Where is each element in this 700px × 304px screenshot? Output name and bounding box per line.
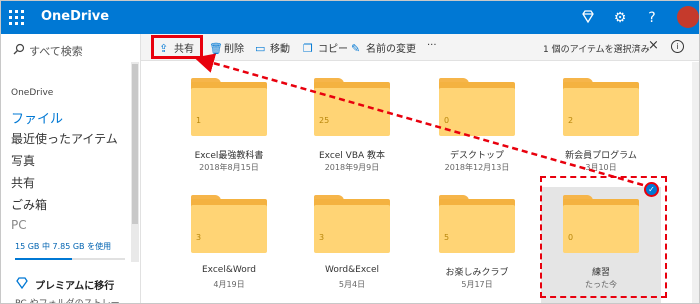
folder-icon: 2	[563, 78, 639, 136]
rename-button[interactable]: ✎ 名前の変更	[351, 40, 416, 55]
folder-name[interactable]: Excel&Word	[169, 265, 289, 275]
folder-item-count: 3	[319, 233, 325, 242]
folder-name[interactable]: お楽しみクラブ	[417, 265, 537, 278]
copy-button[interactable]: ❐ コピー	[303, 40, 348, 55]
folder-name[interactable]: Word&Excel	[292, 265, 412, 275]
onedrive-window: OneDrive ⚙ ? すべて検索 OneDrive ファイル 最近使ったアイ…	[0, 0, 700, 304]
folder-date: 4月19日	[213, 280, 245, 289]
folder-icon: 3	[314, 195, 390, 253]
delete-button[interactable]: 🗑削除	[209, 40, 244, 55]
nav-item-recent[interactable]: 最近使ったアイテム	[11, 130, 118, 147]
app-title[interactable]: OneDrive	[41, 9, 109, 24]
folder-name[interactable]: Excel VBA 教本	[292, 148, 412, 161]
folder-item-count: 3	[196, 233, 202, 242]
premium-label: プレミアムに移行	[35, 281, 115, 292]
search-icon	[13, 43, 25, 55]
folder-item-count: 2	[568, 116, 574, 125]
folder-date: 5月4日	[338, 280, 366, 289]
selected-check-icon[interactable]: ✓	[644, 182, 659, 197]
folder-tile[interactable]: 5 お楽しみクラブ 5月17日	[417, 187, 537, 303]
share-highlight-box	[151, 35, 203, 59]
nav-item-recycle-bin[interactable]: ごみ箱	[11, 196, 47, 213]
folder-icon: 1	[191, 78, 267, 136]
folder-tile[interactable]: 2 新会員プログラム 3月10日	[541, 70, 661, 188]
search-placeholder: すべて検索	[29, 45, 83, 58]
move-button[interactable]: ▭ 移動	[255, 40, 290, 55]
folder-name[interactable]: デスクトップ	[417, 148, 537, 161]
help-icon[interactable]: ?	[643, 9, 661, 27]
folder-item-count: 5	[444, 233, 450, 242]
delete-label: 削除	[224, 44, 244, 55]
storage-usage-link[interactable]: 15 GB 中 7.85 GB を使用	[15, 241, 111, 252]
command-bar: ⇪ 共有 🗑削除 ▭ 移動 ❐ コピー ✎ 名前の変更 ··· 1 個のアイテムを選択済…	[141, 34, 699, 61]
folder-tile[interactable]: 3 Excel&Word 4月19日	[169, 187, 289, 303]
copy-icon: ❐	[303, 42, 313, 55]
nav-section-title: OneDrive	[11, 88, 54, 98]
nav-item-pc[interactable]: PC	[11, 218, 27, 232]
storage-bar	[15, 258, 125, 260]
folder-date: 5月17日	[461, 280, 493, 289]
move-label: 移動	[270, 44, 290, 55]
folder-icon: 3	[191, 195, 267, 253]
info-icon[interactable]: i	[671, 40, 684, 53]
close-icon[interactable]: ×	[648, 38, 659, 53]
more-button[interactable]: ···	[427, 40, 437, 51]
nav-item-shared[interactable]: 共有	[11, 174, 35, 191]
rename-label: 名前の変更	[366, 44, 416, 55]
folder-tile[interactable]: 0 デスクトップ 2018年12月13日	[417, 70, 537, 188]
search-box[interactable]: すべて検索	[11, 40, 131, 60]
pencil-icon: ✎	[351, 42, 361, 55]
folder-item-count: 0	[444, 116, 450, 125]
nav-item-files[interactable]: ファイル	[11, 108, 63, 127]
folder-item-count: 1	[196, 116, 202, 125]
folder-tile[interactable]: 1 Excel最強教科書 2018年8月15日	[169, 70, 289, 188]
folder-tile[interactable]: 25 Excel VBA 教本 2018年9月9日	[292, 70, 412, 188]
waffle-icon[interactable]	[9, 10, 25, 26]
move-icon: ▭	[255, 42, 266, 55]
left-navigation: すべて検索 OneDrive ファイル 最近使ったアイテム 写真 共有 ごみ箱 …	[1, 34, 141, 304]
folder-name[interactable]: Excel最強教科書	[169, 148, 289, 161]
trash-icon: 🗑	[209, 42, 223, 55]
folder-name[interactable]: 新会員プログラム	[541, 148, 661, 161]
content-scrollbar[interactable]	[692, 62, 699, 303]
folder-tile[interactable]: 3 Word&Excel 5月4日	[292, 187, 412, 303]
folder-icon: 25	[314, 78, 390, 136]
diamond-icon[interactable]	[579, 9, 597, 27]
folder-date: 2018年8月15日	[199, 163, 259, 172]
folder-icon: 5	[439, 195, 515, 253]
nav-item-photos[interactable]: 写真	[11, 152, 35, 169]
premium-subtext: PC やフォルダのストレー	[15, 299, 120, 304]
folder-item-count: 25	[319, 116, 330, 125]
gear-icon[interactable]: ⚙	[611, 9, 629, 27]
nav-scrollbar[interactable]	[131, 62, 139, 262]
folder-date: 2018年9月9日	[324, 163, 380, 172]
folder-date: 3月10日	[585, 163, 617, 172]
copy-label: コピー	[318, 44, 348, 55]
diamond-icon	[16, 277, 28, 289]
folder-icon: 0	[439, 78, 515, 136]
top-bar: OneDrive ⚙ ?	[1, 1, 699, 34]
selection-count: 1 個のアイテムを選択済み	[543, 45, 650, 55]
folder-date: 2018年12月13日	[444, 163, 510, 172]
avatar[interactable]	[677, 6, 699, 28]
